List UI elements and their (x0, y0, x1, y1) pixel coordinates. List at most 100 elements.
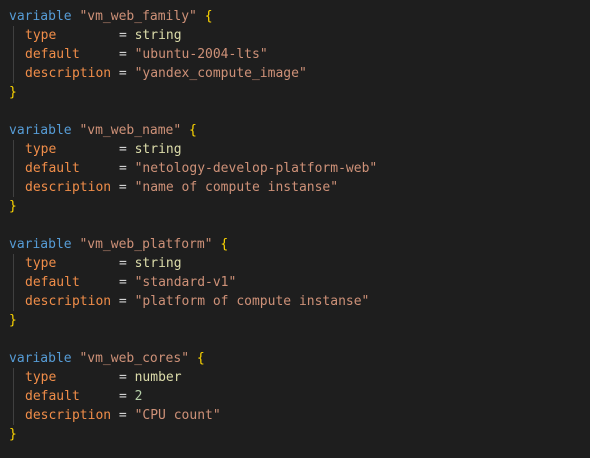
assign-operator: = (118, 180, 127, 195)
open-brace: { (196, 351, 205, 366)
attribute-padding (111, 408, 119, 423)
code-line[interactable]: variable "vm_web_platform" { (9, 235, 590, 254)
indent-guide (13, 406, 14, 425)
code-line[interactable]: type = number (9, 368, 590, 387)
indent-guide (13, 292, 14, 311)
code-line[interactable]: default = "netology-develop-platform-web… (9, 159, 590, 178)
attribute-value: "CPU count" (134, 408, 221, 423)
keyword: variable (9, 9, 72, 24)
blank-line[interactable] (9, 102, 590, 121)
code-editor[interactable]: variable "vm_web_family" { type = string… (0, 0, 590, 458)
attribute-padding (111, 66, 119, 81)
assign-operator: = (118, 256, 127, 271)
close-brace: } (9, 313, 17, 328)
close-brace: } (9, 427, 17, 442)
code-line[interactable]: type = string (9, 140, 590, 159)
attribute-key: type (25, 370, 57, 385)
indent-guide (13, 254, 14, 273)
assign-operator: = (118, 389, 127, 404)
attribute-key: default (25, 47, 80, 62)
attribute-value: "name of compute instanse" (134, 180, 339, 195)
attribute-key: description (25, 408, 112, 423)
attribute-padding (56, 370, 119, 385)
code-line[interactable]: } (9, 197, 590, 216)
keyword: variable (9, 123, 72, 138)
assign-operator: = (118, 408, 127, 423)
attribute-value: 2 (134, 389, 143, 404)
assign-operator: = (118, 294, 127, 309)
code-line[interactable]: description = "platform of compute insta… (9, 292, 590, 311)
code-line[interactable]: variable "vm_web_family" { (9, 7, 590, 26)
code-line[interactable]: default = "ubuntu-2004-lts" (9, 45, 590, 64)
indent-guide (13, 140, 14, 159)
code-line[interactable]: } (9, 311, 590, 330)
code-line[interactable]: } (9, 425, 590, 444)
attribute-padding (56, 28, 119, 43)
open-brace: { (189, 123, 197, 138)
assign-operator: = (118, 47, 127, 62)
attribute-key: description (25, 180, 112, 195)
variable-block-vm-web-cores: variable "vm_web_cores" { type = number … (9, 349, 590, 444)
assign-operator: = (118, 28, 127, 43)
variable-block-vm-web-family: variable "vm_web_family" { type = string… (9, 7, 590, 102)
variable-name: "vm_web_name" (79, 123, 182, 138)
attribute-key: default (25, 275, 80, 290)
assign-operator: = (118, 66, 127, 81)
code-line[interactable]: } (9, 83, 590, 102)
keyword: variable (9, 237, 72, 252)
assign-operator: = (118, 275, 127, 290)
indent-guide (13, 26, 14, 45)
code-line[interactable]: type = string (9, 254, 590, 273)
open-brace: { (220, 237, 229, 252)
attribute-padding (111, 180, 119, 195)
variable-name: "vm_web_platform" (79, 237, 213, 252)
attribute-key: type (25, 28, 57, 43)
attribute-padding (111, 294, 119, 309)
indent-guide (13, 64, 14, 83)
variable-block-vm-web-name: variable "vm_web_name" { type = string d… (9, 121, 590, 216)
code-line[interactable]: description = "name of compute instanse" (9, 178, 590, 197)
variable-name: "vm_web_family" (79, 9, 197, 24)
assign-operator: = (118, 142, 127, 157)
blank-line[interactable] (9, 330, 590, 349)
code-line[interactable]: type = string (9, 26, 590, 45)
attribute-padding (80, 161, 119, 176)
attribute-key: description (25, 294, 112, 309)
open-brace: { (204, 9, 213, 24)
attribute-value: "netology-develop-platform-web" (134, 161, 378, 176)
attribute-key: default (25, 161, 80, 176)
code-line[interactable]: default = 2 (9, 387, 590, 406)
attribute-padding (80, 389, 119, 404)
attribute-key: default (25, 389, 80, 404)
attribute-value: string (134, 28, 182, 43)
attribute-padding (80, 47, 119, 62)
attribute-padding (80, 275, 119, 290)
attribute-padding (56, 256, 119, 271)
attribute-key: type (25, 142, 57, 157)
code-line[interactable]: description = "yandex_compute_image" (9, 64, 590, 83)
assign-operator: = (118, 370, 127, 385)
blank-line[interactable] (9, 216, 590, 235)
attribute-value: number (134, 370, 182, 385)
close-brace: } (9, 85, 17, 100)
attribute-value: "ubuntu-2004-lts" (134, 47, 268, 62)
variable-block-vm-web-platform: variable "vm_web_platform" { type = stri… (9, 235, 590, 330)
attribute-value: "yandex_compute_image" (134, 66, 307, 81)
attribute-value: "platform of compute instanse" (134, 294, 370, 309)
attribute-key: type (25, 256, 57, 271)
indent-guide (13, 368, 14, 387)
indent-guide (13, 159, 14, 178)
indent-guide (13, 387, 14, 406)
attribute-padding (56, 142, 119, 157)
code-line[interactable]: variable "vm_web_cores" { (9, 349, 590, 368)
keyword: variable (9, 351, 72, 366)
close-brace: } (9, 199, 17, 214)
attribute-value: string (134, 256, 182, 271)
attribute-value: string (134, 142, 182, 157)
code-line[interactable]: variable "vm_web_name" { (9, 121, 590, 140)
code-line[interactable]: description = "CPU count" (9, 406, 590, 425)
indent-guide (13, 273, 14, 292)
code-line[interactable]: default = "standard-v1" (9, 273, 590, 292)
variable-name: "vm_web_cores" (79, 351, 190, 366)
assign-operator: = (118, 161, 127, 176)
